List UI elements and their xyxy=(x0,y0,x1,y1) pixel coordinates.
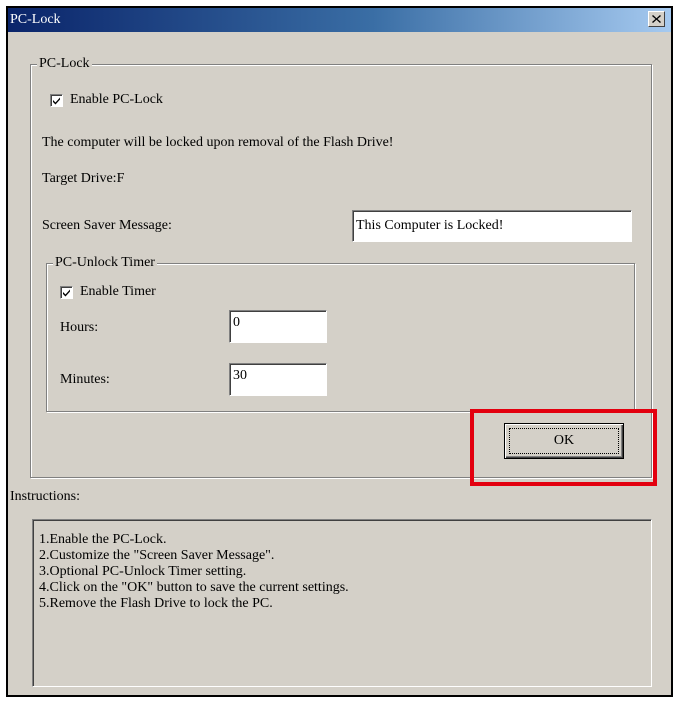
enable-timer-label[interactable]: Enable Timer xyxy=(80,284,156,300)
enable-pc-lock-label[interactable]: Enable PC-Lock xyxy=(70,92,163,108)
target-drive-text: Target Drive:F xyxy=(42,171,125,186)
checkmark-icon xyxy=(63,289,70,297)
hours-label: Hours: xyxy=(60,320,99,335)
pc-unlock-timer-group-legend: PC-Unlock Timer xyxy=(53,255,157,271)
close-button[interactable] xyxy=(648,11,665,27)
window-title: PC-Lock xyxy=(10,12,61,27)
instruction-line: 5.Remove the Flash Drive to lock the PC. xyxy=(39,596,273,611)
focus-rectangle xyxy=(509,428,619,454)
pc-lock-group-legend: PC-Lock xyxy=(37,56,92,72)
instruction-line: 4.Click on the "OK" button to save the c… xyxy=(39,580,349,595)
pc-lock-dialog: PC-Lock PC-Lock Enable PC-Lock The compu… xyxy=(6,6,673,697)
checkmark-icon xyxy=(53,97,60,105)
instruction-line: 2.Customize the "Screen Saver Message". xyxy=(39,548,275,563)
instruction-line: 3.Optional PC-Unlock Timer setting. xyxy=(39,564,247,579)
enable-pc-lock-checkbox[interactable] xyxy=(50,94,63,107)
instructions-box: 1.Enable the PC-Lock. 2.Customize the "S… xyxy=(32,519,652,687)
minutes-label: Minutes: xyxy=(60,372,110,387)
close-icon xyxy=(652,15,661,23)
enable-timer-checkbox[interactable] xyxy=(60,286,73,299)
instructions-label: Instructions: xyxy=(10,489,80,504)
instruction-line: 1.Enable the PC-Lock. xyxy=(39,532,167,547)
title-bar[interactable]: PC-Lock xyxy=(8,8,671,32)
hours-input[interactable]: 0 xyxy=(229,310,327,343)
ok-button[interactable]: OK xyxy=(504,423,624,459)
minutes-input[interactable]: 30 xyxy=(229,363,327,396)
screen-saver-message-input[interactable]: This Computer is Locked! xyxy=(352,210,632,242)
removal-notice-text: The computer will be locked upon removal… xyxy=(42,135,394,150)
screen-saver-message-label: Screen Saver Message: xyxy=(42,218,172,233)
